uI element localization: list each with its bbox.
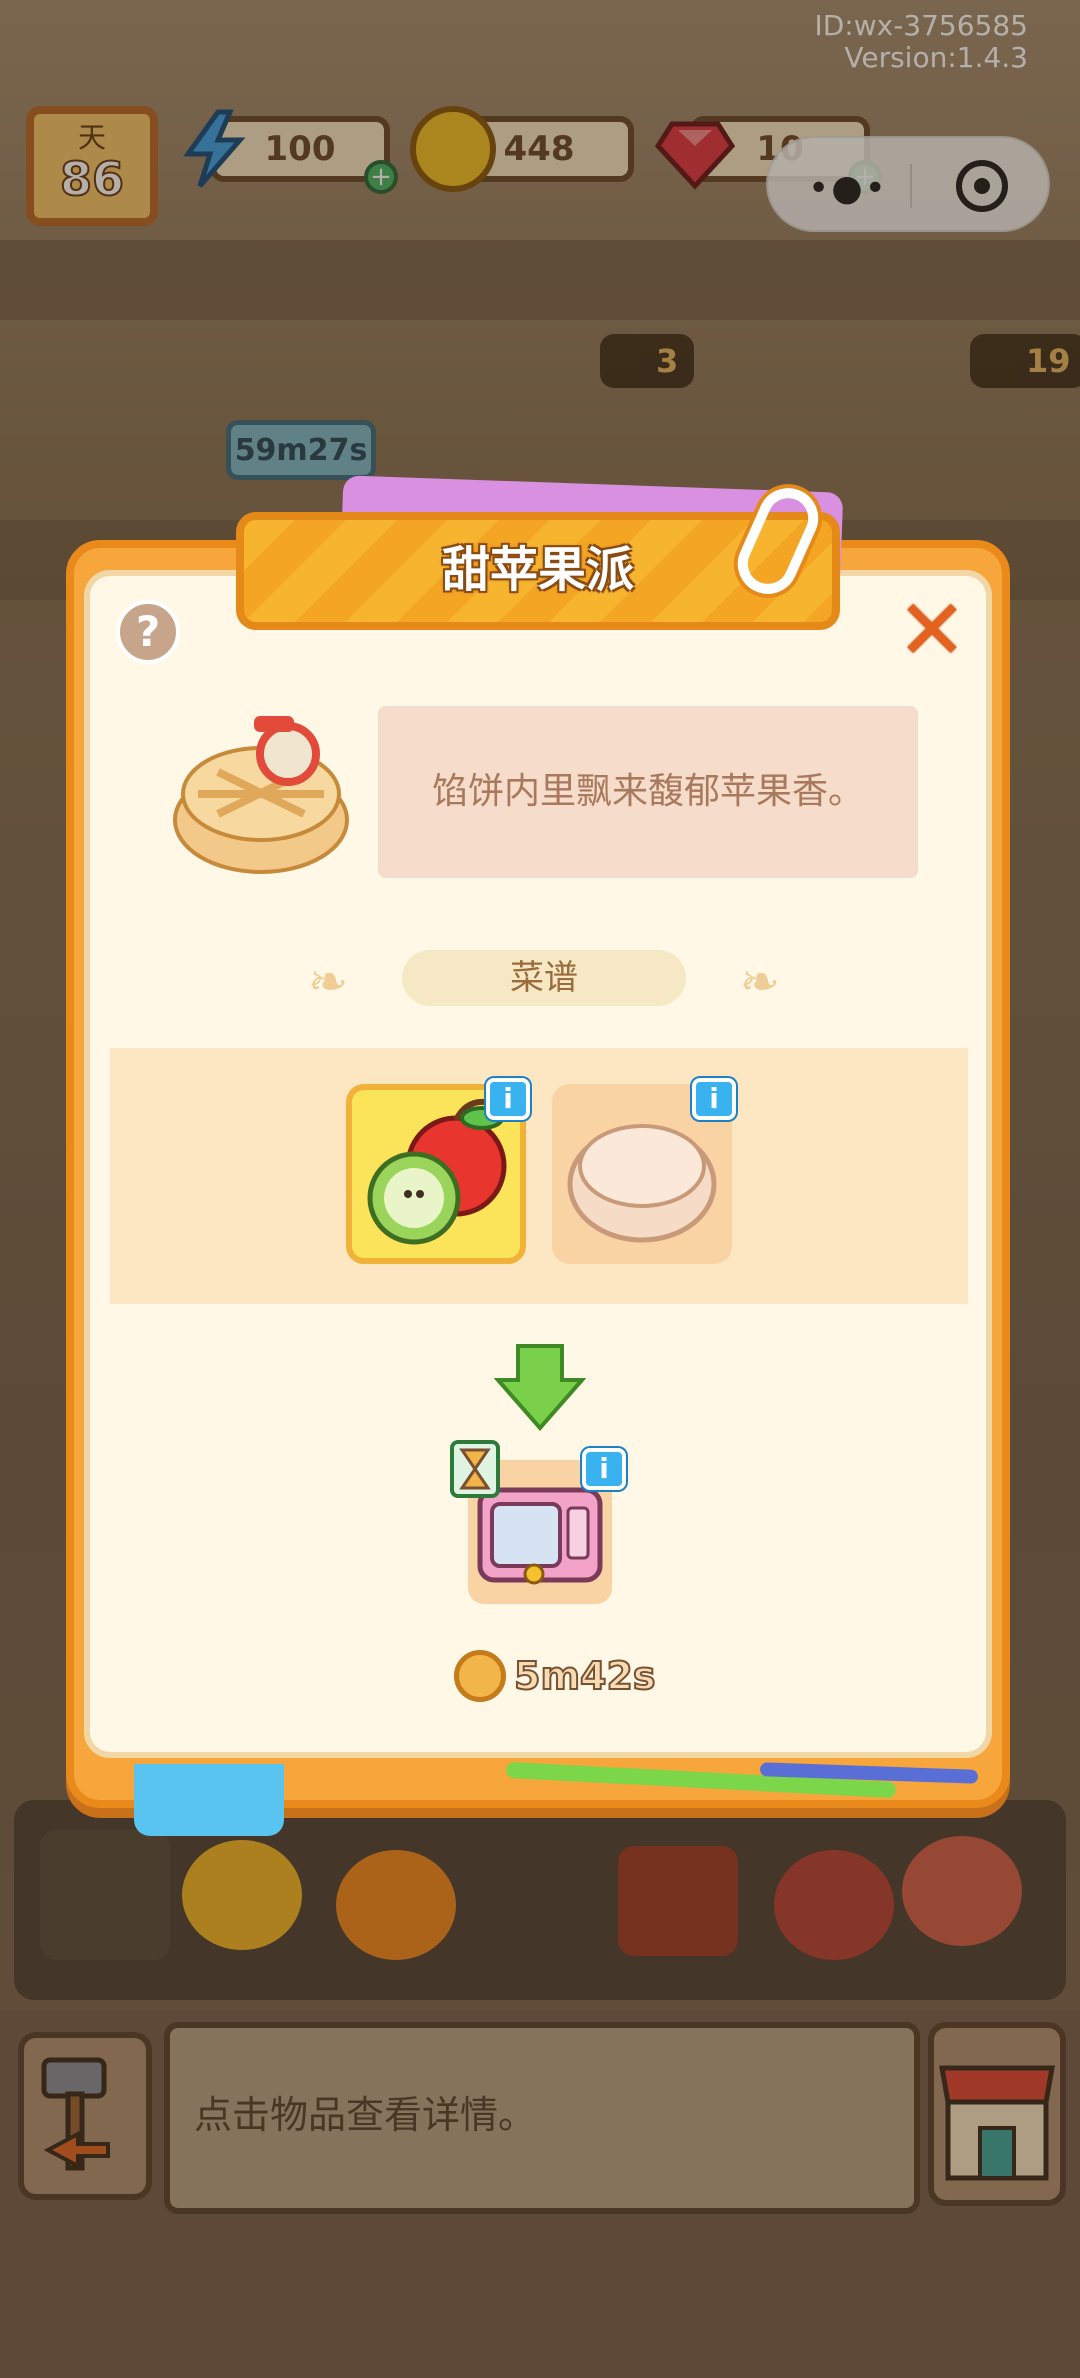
- apple-pie-icon: [168, 702, 354, 880]
- swirl-right-decor: ❧: [739, 954, 780, 1010]
- recipe-header: ❧ 菜谱 ❧: [304, 950, 784, 1010]
- ingredient-info-button[interactable]: i: [692, 1078, 736, 1120]
- ingredient-info-button[interactable]: i: [486, 1078, 530, 1120]
- recipe-label: 菜谱: [402, 950, 686, 1006]
- item-description: 馅饼内里飘来馥郁苹果香。: [378, 706, 918, 878]
- arrow-down-icon: [493, 1340, 587, 1432]
- ingredient-row: [110, 1048, 968, 1304]
- clock-icon: [454, 1650, 506, 1702]
- help-button[interactable]: ?: [116, 600, 180, 664]
- blue-paper-tab-decor: [134, 1764, 284, 1836]
- close-button[interactable]: ✕: [896, 588, 968, 672]
- swirl-left-decor: ❧: [308, 954, 349, 1010]
- hourglass-icon: [450, 1440, 500, 1498]
- cook-time-value: 5m42s: [513, 1653, 657, 1699]
- machine-info-button[interactable]: i: [582, 1448, 626, 1490]
